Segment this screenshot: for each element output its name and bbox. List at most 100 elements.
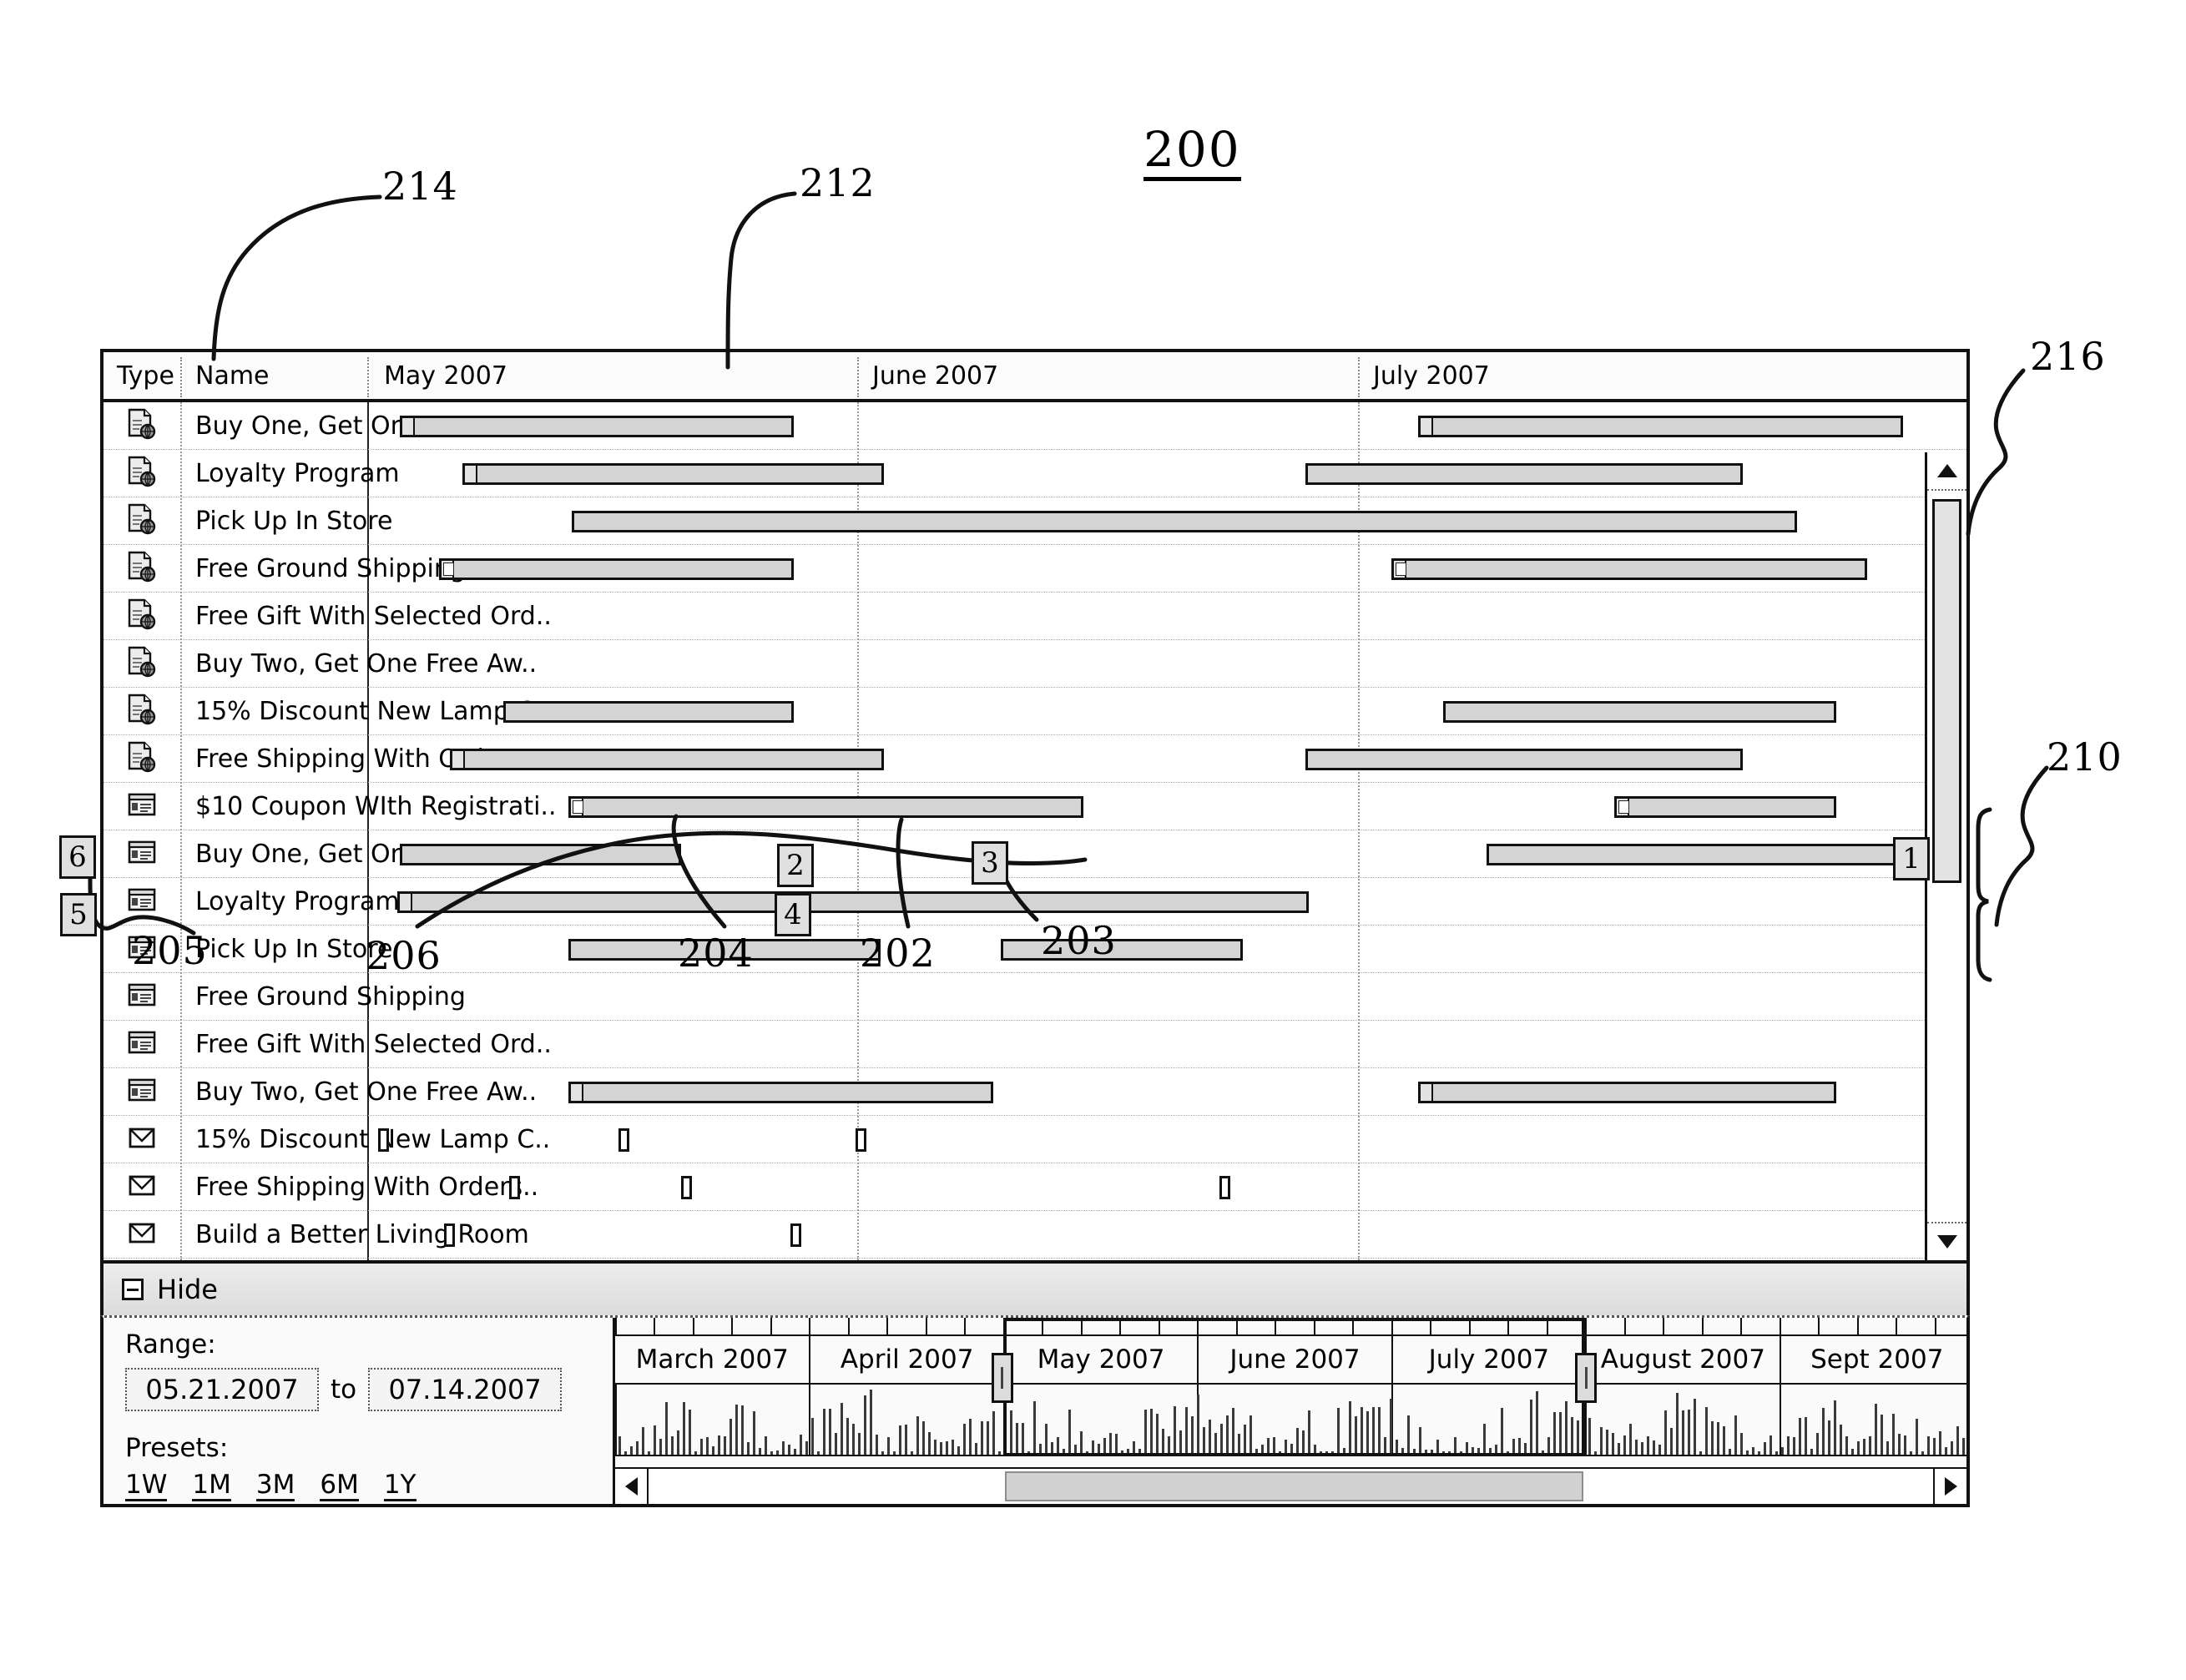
overview-activity-spike xyxy=(1781,1447,1784,1455)
horizontal-scrollbar[interactable] xyxy=(615,1467,1966,1504)
overview-month-2[interactable]: April 2007 xyxy=(809,1336,1002,1383)
scroll-down-button[interactable] xyxy=(1927,1222,1966,1260)
overview-activity-spike xyxy=(1074,1445,1077,1455)
gantt-bar[interactable] xyxy=(1417,1081,1836,1103)
grid-body[interactable]: Buy One, Get One Free Aw.. Loyalty Progra… xyxy=(103,402,1966,1260)
overview-right-handle[interactable] xyxy=(1575,1353,1598,1403)
gantt-milestone-marker[interactable] xyxy=(856,1128,867,1152)
preset-1m[interactable]: 1M xyxy=(192,1471,231,1501)
overview-activity-spike xyxy=(1109,1432,1112,1455)
end-date-input[interactable]: 07.14.2007 xyxy=(368,1368,563,1411)
overview-left-handle[interactable] xyxy=(991,1353,1013,1403)
gantt-bar[interactable] xyxy=(400,415,794,437)
gantt-bar[interactable] xyxy=(1442,700,1836,723)
gantt-bar-badge-icon xyxy=(443,562,455,576)
gantt-bar[interactable] xyxy=(1417,415,1904,437)
start-date-input[interactable]: 05.21.2007 xyxy=(125,1368,319,1411)
overview-week-tick xyxy=(1275,1318,1277,1334)
overview-activity-spike xyxy=(1022,1422,1024,1455)
gantt-bar-handle[interactable] xyxy=(1420,417,1433,435)
gantt-bar[interactable] xyxy=(502,700,794,723)
table-row[interactable]: Build a Better Living Room xyxy=(103,1211,1966,1259)
table-row[interactable]: Free Gift With Selected Ord.. xyxy=(103,593,1966,640)
preset-1w[interactable]: 1W xyxy=(125,1471,168,1501)
scroll-up-button[interactable] xyxy=(1927,452,1966,491)
overview-activity-spike xyxy=(700,1438,703,1455)
overview-activity-spike xyxy=(1547,1437,1550,1455)
overview-activity-spike xyxy=(1945,1446,1947,1455)
row-name-cell: Free Gift With Selected Ord.. xyxy=(195,1029,552,1059)
overview-activity-spike xyxy=(753,1411,755,1455)
overview-activity-spike xyxy=(776,1450,779,1455)
table-row[interactable]: Free Gift With Selected Ord.. xyxy=(103,1021,1966,1068)
gantt-bar[interactable] xyxy=(1614,795,1836,818)
gantt-milestone-marker[interactable] xyxy=(681,1175,692,1199)
overview-month-5[interactable]: July 2007 xyxy=(1391,1336,1585,1383)
timeline-overview[interactable]: March 2007 April 2007 May 2007 June 2007 Jul… xyxy=(613,1318,1966,1504)
gantt-bar[interactable] xyxy=(572,510,1798,532)
gantt-bar-handle[interactable] xyxy=(402,417,416,435)
overview-activity-spike xyxy=(1308,1410,1310,1455)
hscroll-right-button[interactable] xyxy=(1933,1469,1966,1504)
gantt-bar[interactable] xyxy=(396,890,1309,913)
collapse-icon[interactable] xyxy=(122,1279,144,1300)
overview-activity-spike xyxy=(1460,1451,1462,1455)
row-name-cell: Buy Two, Get One Free Aw.. xyxy=(195,1077,538,1107)
overview-week-tick xyxy=(1468,1318,1471,1334)
overview-week-tick xyxy=(1507,1318,1510,1334)
overview-week-tick xyxy=(1313,1318,1315,1334)
gantt-bar[interactable] xyxy=(1391,557,1868,580)
gantt-bar[interactable] xyxy=(462,462,885,485)
gantt-bar[interactable] xyxy=(1486,843,1906,865)
preset-1y[interactable]: 1Y xyxy=(383,1471,417,1501)
gantt-milestone-marker[interactable] xyxy=(443,1223,455,1247)
column-header-name[interactable]: Name xyxy=(195,352,270,399)
gantt-bar[interactable] xyxy=(1305,748,1743,770)
gantt-milestone-marker[interactable] xyxy=(790,1223,801,1247)
overview-activity-spike xyxy=(1927,1436,1930,1455)
overview-activity-spike xyxy=(624,1451,627,1455)
overview-activity-spike xyxy=(1699,1451,1702,1455)
gantt-bar[interactable] xyxy=(568,1081,993,1103)
gantt-milestone-marker[interactable] xyxy=(378,1128,390,1152)
gantt-bar[interactable] xyxy=(1305,462,1743,485)
scroll-thumb[interactable] xyxy=(1932,499,1961,883)
gantt-bar-handle[interactable] xyxy=(1420,1083,1433,1101)
overview-month-1[interactable]: March 2007 xyxy=(615,1336,809,1383)
hscroll-left-button[interactable] xyxy=(615,1469,649,1504)
gantt-bar-handle[interactable] xyxy=(465,465,478,482)
overview-activity-spike xyxy=(1174,1405,1176,1455)
gantt-bar-handle[interactable] xyxy=(571,1083,584,1101)
gantt-milestone-marker[interactable] xyxy=(618,1128,630,1152)
gantt-bar-badge-icon xyxy=(1395,562,1406,576)
hscroll-thumb[interactable] xyxy=(1004,1471,1584,1501)
gantt-bar[interactable] xyxy=(450,748,885,770)
gantt-bar[interactable] xyxy=(568,795,1084,818)
gantt-bar[interactable] xyxy=(439,557,794,580)
overview-activity-spike xyxy=(1355,1416,1357,1455)
gantt-bar-handle[interactable] xyxy=(452,750,466,768)
gantt-milestone-marker[interactable] xyxy=(1219,1175,1231,1199)
overview-activity-spike xyxy=(1039,1444,1042,1455)
table-row[interactable]: Buy Two, Get One Free Aw.. xyxy=(103,640,1966,688)
gantt-bar[interactable] xyxy=(400,843,681,865)
gantt-bar-handle[interactable] xyxy=(399,893,412,911)
preset-3m[interactable]: 3M xyxy=(255,1471,295,1501)
overview-month-4[interactable]: June 2007 xyxy=(1197,1336,1391,1383)
column-header-type[interactable]: Type xyxy=(103,352,180,399)
row-name-cell: Build a Better Living Room xyxy=(195,1219,529,1249)
table-row[interactable]: Free Shipping With Orders.. xyxy=(103,1163,1966,1211)
table-row[interactable]: Free Ground Shipping xyxy=(103,973,1966,1021)
overview-tick-strip xyxy=(615,1318,1966,1336)
overview-month-7[interactable]: Sept 2007 xyxy=(1779,1336,1973,1383)
overview-month-6[interactable]: August 2007 xyxy=(1585,1336,1779,1383)
overview-month-3[interactable]: May 2007 xyxy=(1002,1336,1197,1383)
hide-bar[interactable]: Hide xyxy=(100,1264,1970,1315)
range-panel: Range: 05.21.2007 to 07.14.2007 Presets:… xyxy=(100,1315,1970,1507)
overview-week-tick xyxy=(1856,1318,1859,1334)
preset-6m[interactable]: 6M xyxy=(320,1471,359,1501)
gantt-bar[interactable] xyxy=(1001,938,1244,961)
vertical-scrollbar[interactable] xyxy=(1925,452,1966,1260)
gantt-milestone-marker[interactable] xyxy=(509,1175,521,1199)
overview-activity-spike xyxy=(1080,1430,1083,1455)
